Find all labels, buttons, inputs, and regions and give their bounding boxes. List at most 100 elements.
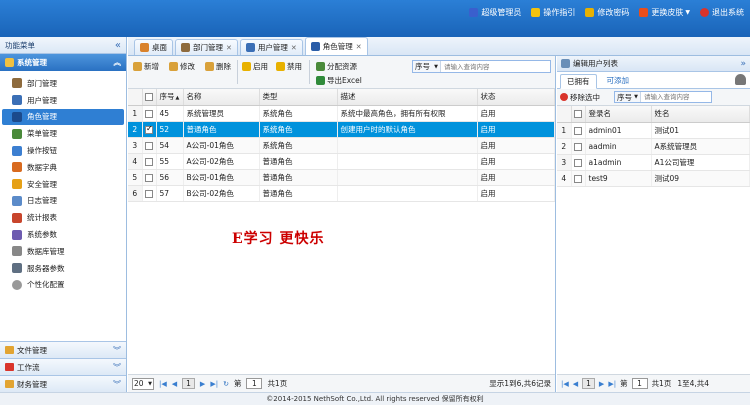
- search-field-select[interactable]: 序号 ▼: [615, 92, 641, 102]
- sidebar-item-server[interactable]: 服务器参数: [2, 260, 124, 277]
- row-checkbox[interactable]: [571, 122, 586, 139]
- sidebar-item-buttons[interactable]: 操作按钮: [2, 142, 124, 159]
- table-row-selected[interactable]: 2 52 普通角色 系统角色 创建用户时的默认角色 启用: [128, 121, 555, 138]
- grid-search: 序号 ▼: [412, 60, 551, 73]
- accordion-files[interactable]: 文件管理 ︾: [0, 341, 126, 358]
- shield-icon: [12, 179, 22, 190]
- column-header-no[interactable]: 序号▲: [156, 89, 184, 106]
- close-icon[interactable]: ✕: [226, 44, 232, 52]
- prev-page-icon[interactable]: ◀: [172, 380, 177, 388]
- sidebar-item-personalize[interactable]: 个性化配置: [2, 277, 124, 294]
- row-checkbox[interactable]: [142, 105, 157, 122]
- select-all-checkbox[interactable]: [571, 106, 586, 123]
- row-number-header: [128, 89, 143, 106]
- page-number-button[interactable]: 1: [182, 378, 195, 389]
- page-input[interactable]: 1: [246, 378, 263, 389]
- search-input[interactable]: [441, 62, 546, 71]
- first-page-icon[interactable]: |◀: [561, 380, 569, 388]
- refresh-icon[interactable]: ↻: [223, 380, 229, 388]
- guide-link[interactable]: 操作指引: [531, 7, 575, 18]
- table-row[interactable]: 1 45 系统管理员 系统角色 系统中最高角色，拥有所有权限 启用: [128, 105, 555, 122]
- page-label: 第: [233, 379, 242, 388]
- accordion-finance[interactable]: 财务管理 ︾: [0, 375, 126, 392]
- select-all-checkbox[interactable]: [142, 89, 157, 106]
- edit-icon: [169, 62, 178, 71]
- delete-button[interactable]: 删除: [205, 61, 231, 72]
- sidebar-item-params[interactable]: 系统参数: [2, 226, 124, 243]
- row-checkbox[interactable]: [142, 153, 157, 170]
- user-pager: |◀ ◀ 1 ▶ ▶| 第 1 共1页 1至4,共4: [557, 374, 750, 392]
- table-row[interactable]: 4 test9 测试09: [557, 170, 750, 187]
- total-pages: 共1页: [267, 379, 288, 388]
- export-excel-button[interactable]: 导出Excel: [316, 75, 362, 86]
- first-page-icon[interactable]: |◀: [159, 380, 167, 388]
- row-checkbox[interactable]: [142, 121, 157, 138]
- column-header-type[interactable]: 类型: [259, 89, 338, 106]
- sidebar-item-reports[interactable]: 统计报表: [2, 209, 124, 226]
- current-user-link[interactable]: 超级管理员: [469, 7, 521, 18]
- remove-selected-button[interactable]: 移除选中: [560, 92, 600, 103]
- tab-owned[interactable]: 已拥有: [560, 74, 597, 89]
- row-checkbox[interactable]: [571, 154, 586, 171]
- tab-desktop[interactable]: 桌面: [134, 39, 173, 55]
- close-icon[interactable]: ✕: [356, 43, 362, 51]
- table-row[interactable]: 2 aadmin A系统管理员: [557, 138, 750, 155]
- change-skin-link[interactable]: 更换皮肤 ▼: [639, 7, 690, 18]
- column-header-desc[interactable]: 描述: [337, 89, 478, 106]
- tab-department[interactable]: 部门管理 ✕: [175, 39, 238, 55]
- workflow-icon: [5, 363, 14, 371]
- sidebar-item-dictionary[interactable]: 数据字典: [2, 159, 124, 176]
- accordion-workflow[interactable]: 工作流 ︾: [0, 358, 126, 375]
- user-icon: [245, 43, 255, 52]
- tab-addable[interactable]: 可添加: [601, 73, 636, 88]
- add-button[interactable]: 新增: [133, 61, 159, 72]
- table-row[interactable]: 4 55 A公司-02角色 普通角色 启用: [128, 153, 555, 170]
- page-number-button[interactable]: 1: [582, 378, 595, 389]
- sidebar-item-users[interactable]: 用户管理: [2, 92, 124, 109]
- next-page-icon[interactable]: ▶: [200, 380, 205, 388]
- last-page-icon[interactable]: ▶|: [608, 380, 616, 388]
- row-checkbox[interactable]: [142, 137, 157, 154]
- prev-page-icon[interactable]: ◀: [573, 380, 578, 388]
- table-row[interactable]: 3 a1admin A1公司管理: [557, 154, 750, 171]
- column-header-name[interactable]: 名称: [183, 89, 260, 106]
- close-icon[interactable]: ✕: [291, 44, 297, 52]
- column-header-fullname[interactable]: 姓名: [651, 106, 750, 123]
- page-input[interactable]: 1: [631, 378, 648, 389]
- sidebar-item-department[interactable]: 部门管理: [2, 75, 124, 92]
- collapse-sidebar-icon[interactable]: «: [115, 40, 121, 51]
- table-row[interactable]: 1 admin01 测试01: [557, 122, 750, 139]
- assign-resources-button[interactable]: 分配资源: [316, 61, 357, 72]
- page-size-select[interactable]: 20 ▼: [132, 377, 154, 390]
- row-checkbox[interactable]: [142, 169, 157, 186]
- sidebar-item-database[interactable]: 数据库管理: [2, 243, 124, 260]
- edit-button[interactable]: 修改: [169, 61, 195, 72]
- row-checkbox[interactable]: [142, 185, 157, 202]
- tab-roles[interactable]: 角色管理 ✕: [304, 37, 368, 55]
- user-search-input[interactable]: [641, 93, 711, 101]
- logout-link[interactable]: 退出系统: [700, 7, 744, 18]
- table-row[interactable]: 6 57 B公司-02角色 普通角色 启用: [128, 185, 555, 202]
- row-checkbox[interactable]: [571, 138, 586, 155]
- sidebar-group-system[interactable]: 系统管理 ︽: [0, 54, 126, 71]
- table-row[interactable]: 3 54 A公司-01角色 系统角色 启用: [128, 137, 555, 154]
- column-header-status[interactable]: 状态: [477, 89, 555, 106]
- sidebar-item-logs[interactable]: 日志管理: [2, 193, 124, 210]
- search-field-select[interactable]: 序号 ▼: [413, 61, 441, 72]
- change-password-link[interactable]: 修改密码: [585, 7, 629, 18]
- disable-button[interactable]: 禁用: [276, 61, 302, 72]
- user-group-icon[interactable]: [735, 74, 746, 85]
- sidebar-item-roles[interactable]: 角色管理: [2, 108, 124, 126]
- sidebar-item-menus[interactable]: 菜单管理: [2, 125, 124, 142]
- user-panel-title: 编辑用户列表: [573, 59, 618, 68]
- sidebar-item-security[interactable]: 安全管理: [2, 176, 124, 193]
- next-page-icon[interactable]: ▶: [599, 380, 604, 388]
- table-row[interactable]: 5 56 B公司-01角色 普通角色 启用: [128, 169, 555, 186]
- row-checkbox[interactable]: [571, 170, 586, 187]
- column-header-login[interactable]: 登录名: [585, 106, 652, 123]
- enable-button[interactable]: 启用: [242, 61, 268, 72]
- tab-users[interactable]: 用户管理 ✕: [239, 39, 303, 55]
- last-page-icon[interactable]: ▶|: [210, 380, 218, 388]
- user-icon: [469, 8, 479, 17]
- collapse-panel-icon[interactable]: »: [740, 59, 746, 69]
